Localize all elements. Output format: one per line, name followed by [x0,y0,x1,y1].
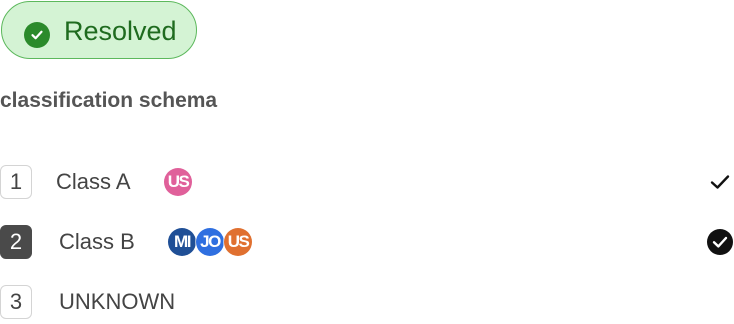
option-label: Class B [59,229,135,254]
class-option-1[interactable]: 1 Class A US [0,164,734,204]
annotator-avatars: MI JO US [168,228,254,256]
check-circle-icon [24,22,50,48]
option-number: 2 [0,225,32,259]
status-label: Resolved [64,16,177,46]
avatar: JO [196,228,224,256]
annotator-avatars: US [164,168,194,196]
schema-title: classification schema [0,89,218,112]
option-label: UNKNOWN [59,289,176,314]
avatar: US [164,168,192,196]
option-label: Class A [56,169,131,194]
checkmark-icon [706,168,734,196]
status-badge: Resolved [1,1,197,59]
option-number: 3 [0,285,32,319]
avatar: MI [168,228,196,256]
avatar: US [224,228,252,256]
class-option-3[interactable]: 3 UNKNOWN [0,284,734,324]
class-option-2[interactable]: 2 Class B MI JO US [0,224,734,264]
option-number: 1 [0,165,32,199]
check-circle-filled-icon [706,228,734,256]
